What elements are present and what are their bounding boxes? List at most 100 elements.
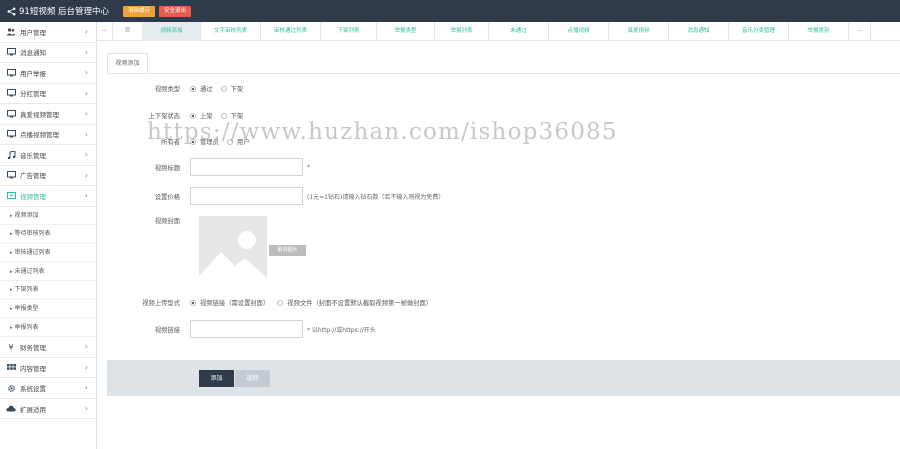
tab-vod-videos[interactable]: 点播视频 xyxy=(549,21,609,41)
watermark: https://www.huzhan.com/ishop36085 xyxy=(147,119,618,145)
upload-link-radio[interactable]: 视频链接（需设置封面） xyxy=(190,298,269,307)
chevron-right-icon: › xyxy=(84,129,88,139)
video-icon xyxy=(6,191,16,200)
sidebar-item-label: 用户举报 xyxy=(20,69,46,78)
users-icon xyxy=(6,28,16,36)
sidebar-item-settings[interactable]: 系统设置 › xyxy=(0,378,96,399)
tab-offline[interactable]: 下架列表 xyxy=(321,21,377,41)
sidebar-item-ads[interactable]: 广告管理 › xyxy=(0,166,96,186)
monitor-icon xyxy=(6,130,16,138)
upload-type-label: 视频上传型式 xyxy=(142,300,180,307)
radio-dot xyxy=(190,112,196,119)
brand: 91短视频 后台管理中心 xyxy=(0,5,123,17)
main-content: 视频添加 视频类型 通过 下架 上下架状态 上架 下架 所有者 管理员 用户 视… xyxy=(97,41,900,449)
chevron-right-icon: › xyxy=(84,109,88,118)
clear-cache-button[interactable]: 清除缓存 xyxy=(123,5,156,17)
submenu-pending-review[interactable]: 等待审核列表 xyxy=(0,225,96,244)
link-hint: * 以http://或https://开头 xyxy=(307,326,376,334)
upload-file-radio[interactable]: 视频文件（封面不设置默认截取视频第一帧做封面） xyxy=(277,298,432,307)
submenu-report-list[interactable]: 举报列表 xyxy=(0,319,96,338)
grid-icon xyxy=(6,363,16,372)
link-label: 视频链接 xyxy=(154,326,180,334)
price-hint: (1元=1钻石)请输入钻石数（若不输入则视为免费） xyxy=(307,193,445,201)
chevron-right-icon: › xyxy=(84,68,88,77)
link-input[interactable] xyxy=(190,320,303,338)
image-placeholder-icon xyxy=(199,216,267,284)
music-icon xyxy=(6,150,16,159)
sidebar-item-label: 真爱视频管理 xyxy=(20,110,59,119)
tab-love-videos[interactable]: 真爱视频 xyxy=(609,21,669,41)
sidebar-item-extensions[interactable]: 扩展适用 › xyxy=(0,399,96,420)
required-mark: * xyxy=(307,163,310,171)
sidebar-item-content[interactable]: 内容管理 › xyxy=(0,358,96,379)
tab-report-list[interactable]: 举报列表 xyxy=(435,21,489,41)
radio-dot xyxy=(220,85,227,92)
sidebar-item-label: 用户管理 xyxy=(20,28,46,37)
sidebar-item-label: 系统设置 xyxy=(20,385,46,394)
price-row: 设置价格 (1元=1钻石)请输入钻石数（若不输入则视为免费） xyxy=(97,187,444,205)
yen-icon: ¥ xyxy=(8,342,14,352)
submenu-offline[interactable]: 下架列表 xyxy=(0,281,96,300)
sidebar-item-music[interactable]: 音乐管理 › xyxy=(0,145,96,166)
type-option-offline[interactable]: 下架 xyxy=(220,84,243,93)
tab-report-types[interactable]: 举报类型 xyxy=(377,21,435,41)
radio-dot xyxy=(277,299,284,306)
submenu-approved[interactable]: 审核通过列表 xyxy=(0,244,96,263)
tab-report-categories[interactable]: 举报类别 xyxy=(789,21,849,41)
type-option-pass[interactable]: 通过 xyxy=(190,84,213,93)
chevron-right-icon: › xyxy=(84,150,88,159)
sidebar-item-finance[interactable]: ¥ 财务管理 › xyxy=(0,337,96,358)
remove-image-button[interactable]: 取消图片 xyxy=(269,245,306,256)
sidebar-item-users[interactable]: 用户管理 › xyxy=(0,22,96,43)
tab-notifications[interactable]: 消息通知 xyxy=(669,21,729,41)
radio-label: 视频文件（封面不设置默认截取视频第一帧做封面） xyxy=(287,300,433,307)
submenu-video-add[interactable]: 视频添加 xyxy=(0,207,96,226)
title-row: 视频标题 * xyxy=(97,158,310,176)
chevron-right-icon: › xyxy=(84,342,88,352)
sidebar-item-label: 点播视频管理 xyxy=(20,131,59,140)
sidebar-item-label: 内容管理 xyxy=(20,364,46,373)
sidebar-item-love-videos[interactable]: 真爱视频管理 › xyxy=(0,104,96,125)
tab-bar: — 首 视频添加 文字审核列表 审核通过列表 下架列表 举报类型 举报列表 未通… xyxy=(97,21,900,41)
radio-label: 视频链接（需设置封面） xyxy=(200,300,270,307)
sidebar-item-video-management[interactable]: 视频管理 › xyxy=(0,186,96,207)
tab-music-categories[interactable]: 音乐分类管理 xyxy=(729,21,789,41)
share-icon xyxy=(7,7,16,15)
sidebar-item-notifications[interactable]: 消息通知 › xyxy=(0,43,96,63)
price-input[interactable] xyxy=(190,187,303,205)
cover-image-placeholder[interactable] xyxy=(199,216,267,284)
sidebar: 用户管理 › 消息通知 › 用户举报 › 分红管理 › 真爱视频管理 › 点播视… xyxy=(0,22,97,449)
tab-scroll-right[interactable]: — xyxy=(849,21,871,41)
tab-video-add[interactable]: 视频添加 xyxy=(143,21,201,41)
sidebar-item-reports[interactable]: 用户举报 › xyxy=(0,63,96,84)
sidebar-item-label: 广告管理 xyxy=(20,172,46,181)
chevron-right-icon: › xyxy=(84,27,88,36)
cover-label: 视频封面 xyxy=(154,218,180,225)
title-label: 视频标题 xyxy=(154,164,180,172)
sidebar-item-label: 音乐管理 xyxy=(20,151,46,160)
back-button[interactable]: 返回 xyxy=(235,370,270,387)
title-input[interactable] xyxy=(190,158,303,176)
tab-text-review[interactable]: 文字审核列表 xyxy=(201,21,261,41)
tab-home[interactable]: 首 xyxy=(113,21,143,41)
sidebar-item-dividends[interactable]: 分红管理 › xyxy=(0,84,96,104)
chevron-right-icon: › xyxy=(84,88,88,98)
tab-approved[interactable]: 审核通过列表 xyxy=(261,21,321,41)
sidebar-item-label: 视频管理 xyxy=(20,192,46,201)
sidebar-item-label: 扩展适用 xyxy=(20,405,46,414)
radio-dot xyxy=(190,299,196,306)
submenu-report-types[interactable]: 举报类型 xyxy=(0,300,96,319)
subtab-video-add[interactable]: 视频添加 xyxy=(107,53,148,73)
radio-dot xyxy=(190,85,196,92)
logout-button[interactable]: 安全退出 xyxy=(159,5,192,17)
sidebar-item-label: 消息通知 xyxy=(20,49,46,58)
type-row: 视频类型 通过 下架 xyxy=(97,84,251,93)
cloud-icon xyxy=(6,405,16,413)
sidebar-item-vod-videos[interactable]: 点播视频管理 › xyxy=(0,125,96,145)
tab-rejected[interactable]: 未通过 xyxy=(489,21,549,41)
add-button[interactable]: 添加 xyxy=(199,370,234,387)
upload-type-row: 视频上传型式 视频链接（需设置封面） 视频文件（封面不设置默认截取视频第一帧做封… xyxy=(97,298,440,307)
submenu-rejected[interactable]: 未通过列表 xyxy=(0,263,96,282)
monitor-icon xyxy=(6,89,16,97)
tab-scroll-left[interactable]: — xyxy=(97,21,113,41)
